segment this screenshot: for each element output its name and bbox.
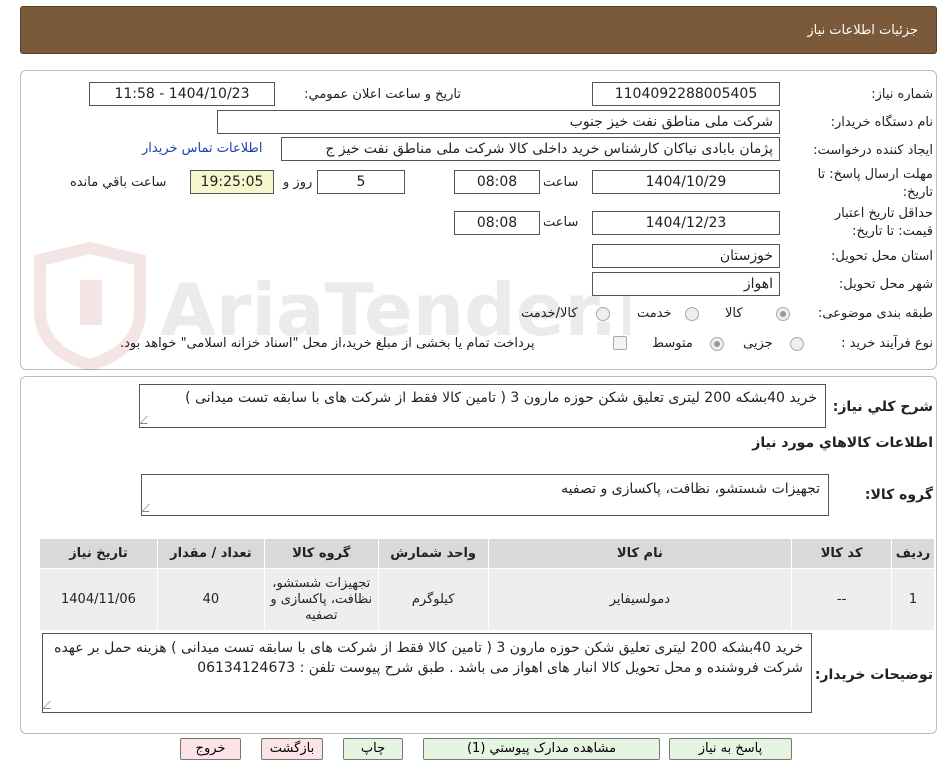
table-row: 1 -- دمولسیفایر کیلوگرم تجهیزات شستشو، ن…: [39, 568, 935, 631]
cell-qty: 40: [156, 568, 265, 631]
goods-section-title: اطلاعات کالاهاي مورد نياز: [752, 435, 933, 451]
announce-date-field: 1404/10/23 - 11:58: [89, 82, 275, 106]
process-medium-radio[interactable]: [710, 337, 724, 351]
process-medium-label: متوسط: [652, 336, 693, 351]
summary-label: شرح کلي نياز:: [832, 399, 933, 415]
cell-unit: کیلوگرم: [377, 568, 489, 631]
creator-label: ایجاد کننده درخواست:: [813, 143, 933, 158]
col-date: تاریخ نیاز: [39, 538, 158, 569]
deadline-date-field: 1404/10/29: [592, 170, 780, 194]
page-title: جزئیات اطلاعات نیاز: [807, 23, 918, 38]
buyer-notes-field: خرید 40بشکه 200 لیتری تعلیق شکن حوزه مار…: [42, 633, 812, 713]
category-service-label: خدمت: [637, 306, 672, 321]
cell-group: تجهیزات شستشو، نظافت، پاکسازی و تصفیه: [263, 568, 379, 631]
need-number-label: شماره نیاز:: [871, 87, 933, 102]
col-unit: واحد شمارش: [377, 538, 489, 569]
category-service-radio[interactable]: [685, 307, 699, 321]
buyer-name-field: شرکت ملی مناطق نفت خیز جنوب: [217, 110, 780, 134]
treasury-payment-note: پرداخت تمام یا بخشی از مبلغ خرید،از محل …: [120, 336, 535, 351]
city-field: اهواز: [592, 272, 780, 296]
validity-time-field: 08:08: [454, 211, 540, 235]
process-minor-label: جزیی: [743, 336, 773, 351]
validity-label-line2: قیمت: تا تاریخ:: [852, 224, 933, 239]
province-label: استان محل تحویل:: [831, 249, 933, 264]
days-label: روز و: [283, 175, 313, 190]
time-remaining-field: 19:25:05: [190, 170, 274, 194]
category-goods-service-radio[interactable]: [596, 307, 610, 321]
deadline-time-label: ساعت: [543, 175, 579, 190]
province-field: خوزستان: [592, 244, 780, 268]
col-row: رديف: [891, 538, 935, 569]
validity-time-label: ساعت: [543, 215, 579, 230]
goods-group-field: تجهیزات شستشو، نظافت، پاکسازی و تصفیه: [141, 474, 829, 516]
category-label: طبقه بندی موضوعی:: [817, 306, 933, 321]
buyer-notes-label: توضیحات خریدار:: [814, 667, 933, 683]
process-minor-radio[interactable]: [790, 337, 804, 351]
validity-label-line1: حداقل تاریخ اعتبار: [834, 206, 933, 221]
col-group: گروه کالا: [263, 538, 379, 569]
back-button[interactable]: بازگشت: [261, 738, 323, 760]
buyer-name-label: نام دستگاه خریدار:: [830, 115, 933, 130]
print-button[interactable]: چاپ: [343, 738, 403, 760]
buyer-contact-link[interactable]: اطلاعات تماس خریدار: [142, 141, 262, 156]
col-code: کد کالا: [791, 538, 893, 569]
deadline-label-line2: تاریخ:: [902, 185, 933, 200]
days-remaining-field: 5: [317, 170, 405, 194]
col-qty: تعداد / مقدار: [156, 538, 265, 569]
reply-button[interactable]: پاسخ به نیاز: [669, 738, 792, 760]
need-number-field: 1104092288005405: [592, 82, 780, 106]
announce-label: تاریخ و ساعت اعلان عمومي:: [304, 87, 461, 102]
treasury-payment-checkbox[interactable]: [613, 336, 627, 350]
goods-group-label: گروه کالا:: [864, 487, 933, 503]
page-header: جزئیات اطلاعات نیاز: [20, 6, 937, 54]
goods-table: رديف کد کالا نام کالا واحد شمارش گروه کا…: [39, 538, 935, 631]
cell-name: دمولسیفایر: [487, 568, 793, 631]
view-attachments-button[interactable]: مشاهده مدارک پیوستي (1): [423, 738, 660, 760]
col-name: نام کالا: [487, 538, 793, 569]
table-header-row: رديف کد کالا نام کالا واحد شمارش گروه کا…: [39, 538, 935, 569]
deadline-time-field: 08:08: [454, 170, 540, 194]
time-remaining-label: ساعت باقي مانده: [70, 175, 167, 190]
category-goods-radio[interactable]: [776, 307, 790, 321]
category-goods-service-label: کالا/خدمت: [521, 306, 578, 321]
category-goods-label: کالا: [725, 306, 743, 321]
creator-field: پژمان بابادی نیاکان کارشناس خرید داخلی ک…: [281, 137, 780, 161]
cell-date: 1404/11/06: [39, 568, 158, 631]
cell-code: --: [791, 568, 893, 631]
summary-field: خرید 40بشکه 200 لیتری تعلیق شکن حوزه مار…: [139, 384, 826, 428]
validity-date-field: 1404/12/23: [592, 211, 780, 235]
city-label: شهر محل تحویل:: [838, 277, 933, 292]
deadline-label-line1: مهلت ارسال پاسخ: تا: [817, 167, 933, 182]
cell-row: 1: [891, 568, 935, 631]
exit-button[interactable]: خروج: [180, 738, 241, 760]
process-type-label: نوع فرآیند خرید :: [841, 336, 933, 351]
